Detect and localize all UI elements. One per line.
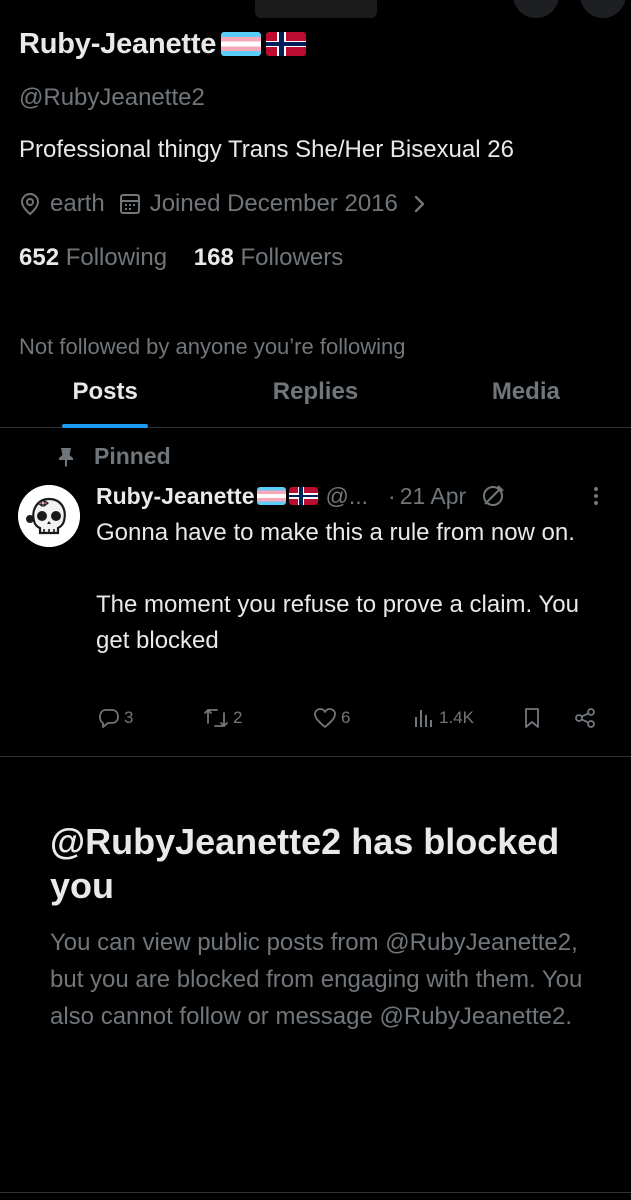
followers-link[interactable]: 168 Followers bbox=[194, 244, 343, 271]
reply-icon bbox=[99, 709, 119, 728]
top-bar-search-pill[interactable] bbox=[255, 0, 377, 18]
pinned-indicator: Pinned bbox=[58, 443, 171, 470]
skull-avatar-icon bbox=[18, 485, 80, 547]
like-button[interactable]: 6 bbox=[313, 707, 350, 729]
profile-tabs: Posts Replies Media bbox=[0, 360, 631, 428]
top-bar-more-icon-button[interactable] bbox=[580, 0, 626, 18]
tab-media[interactable]: Media bbox=[421, 360, 631, 427]
blocked-notice-title: @RubyJeanette2 has blocked you bbox=[50, 821, 560, 906]
tab-media-label: Media bbox=[491, 378, 560, 405]
blocked-notice-body: You can view public posts from @RubyJean… bbox=[50, 929, 583, 1030]
views-button[interactable]: 1.4K bbox=[413, 707, 474, 729]
post-separator: · bbox=[388, 482, 396, 509]
share-icon bbox=[575, 708, 595, 728]
tab-posts[interactable]: Posts bbox=[0, 360, 210, 428]
pinned-label: Pinned bbox=[94, 443, 171, 469]
following-link[interactable]: 652 Following bbox=[19, 244, 167, 271]
transgender-flag-icon bbox=[221, 32, 262, 56]
tab-replies[interactable]: Replies bbox=[210, 360, 420, 427]
bookmark-icon bbox=[525, 708, 539, 728]
profile-handle: @RubyJeanette2 bbox=[19, 84, 205, 111]
profile-meta: earth Joined December 2016 bbox=[19, 190, 444, 218]
heart-icon bbox=[314, 708, 336, 728]
not-followed-notice: Not followed by anyone you’re following bbox=[19, 334, 406, 359]
profile-location: earth bbox=[19, 190, 105, 218]
post-body: Gonna have to make this a rule from now … bbox=[96, 515, 616, 659]
active-tab-indicator bbox=[62, 424, 149, 428]
followers-count: 168 bbox=[193, 244, 234, 271]
views-chart-icon bbox=[415, 710, 432, 727]
repost-count: 2 bbox=[233, 708, 243, 727]
blocked-notice: @RubyJeanette2 has blocked you You can v… bbox=[50, 820, 590, 1035]
divider bbox=[0, 1192, 631, 1193]
profile-follow-stats: 652 Following 168 Followers bbox=[19, 244, 363, 272]
more-options-icon[interactable] bbox=[586, 483, 606, 509]
top-bar-search-icon-button[interactable] bbox=[513, 0, 559, 18]
like-count: 6 bbox=[341, 708, 351, 727]
profile-joined[interactable]: Joined December 2016 bbox=[119, 190, 430, 218]
following-label: Following bbox=[65, 244, 168, 271]
profile-joined-text: Joined December 2016 bbox=[149, 190, 398, 217]
profile-bio: Professional thingy Trans She/Her Bisexu… bbox=[19, 136, 514, 163]
profile-header: Ruby-Jeanette @RubyJeanette2 Professiona… bbox=[19, 22, 619, 360]
bookmark-button[interactable] bbox=[522, 707, 542, 729]
location-pin-icon bbox=[20, 192, 40, 216]
post-actions: 3 2 6 1.4K bbox=[0, 707, 631, 737]
pinned-post[interactable]: Pinned Ruby-Jeanette @... · 21 Apr Gonna… bbox=[0, 429, 631, 757]
post-author-name[interactable]: Ruby-Jeanette bbox=[96, 483, 254, 510]
post-text-line1: Gonna have to make this a rule from now … bbox=[96, 519, 575, 546]
tab-replies-label: Replies bbox=[272, 378, 359, 405]
calendar-icon bbox=[119, 194, 140, 214]
profile-location-text: earth bbox=[50, 190, 105, 217]
views-count: 1.4K bbox=[439, 708, 474, 727]
norway-flag-icon bbox=[266, 32, 307, 56]
repost-button[interactable]: 2 bbox=[203, 707, 242, 729]
following-count: 652 bbox=[19, 244, 60, 271]
norway-flag-icon bbox=[289, 487, 319, 505]
post-date[interactable]: 21 Apr bbox=[400, 483, 467, 510]
profile-name-row: Ruby-Jeanette bbox=[19, 22, 619, 66]
chevron-right-icon bbox=[414, 195, 425, 213]
profile-display-name: Ruby-Jeanette bbox=[19, 27, 217, 60]
reply-button[interactable]: 3 bbox=[98, 707, 133, 729]
repost-icon bbox=[204, 709, 228, 727]
avatar[interactable] bbox=[18, 485, 80, 547]
followers-label: Followers bbox=[240, 244, 344, 271]
pin-icon bbox=[59, 447, 73, 467]
post-header: Ruby-Jeanette @... · 21 Apr bbox=[96, 479, 616, 513]
transgender-flag-icon bbox=[257, 487, 287, 505]
replies-restricted-icon bbox=[483, 485, 504, 506]
tab-posts-label: Posts bbox=[72, 378, 138, 405]
post-text-line2: The moment you refuse to prove a claim. … bbox=[96, 591, 579, 654]
share-button[interactable] bbox=[573, 707, 597, 729]
reply-count: 3 bbox=[124, 708, 134, 727]
post-author-handle[interactable]: @... bbox=[325, 483, 368, 510]
